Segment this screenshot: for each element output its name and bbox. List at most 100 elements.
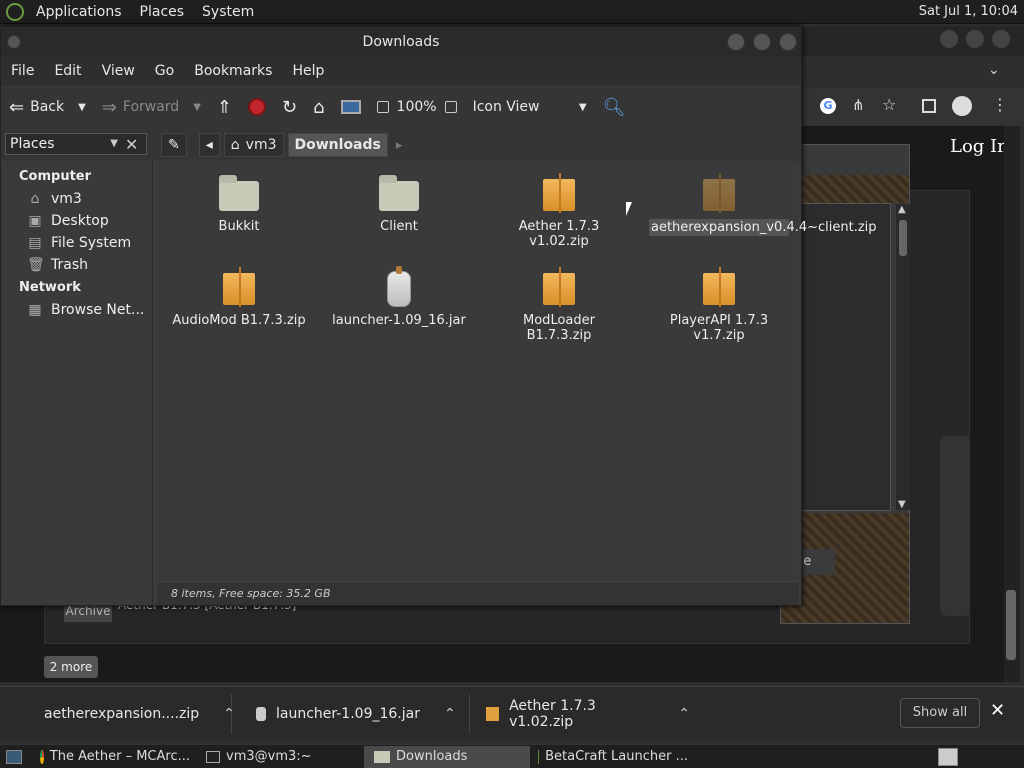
- forward-arrow-icon: ⇒: [101, 96, 117, 118]
- system-menu[interactable]: System: [196, 0, 260, 24]
- file-item[interactable]: PlayerAPI 1.7.3 v1.7.zip: [649, 267, 789, 343]
- bookmark-star-icon[interactable]: ☆: [882, 95, 896, 114]
- chevron-down-icon[interactable]: ▼: [193, 102, 201, 113]
- taskbar-item[interactable]: The Aether – MCArc...: [32, 746, 198, 768]
- home-icon: ⌂: [230, 137, 240, 153]
- page-scroll-thumb[interactable]: [1006, 590, 1016, 660]
- breadcrumb-item-downloads[interactable]: Downloads: [287, 133, 388, 157]
- mouse-cursor-icon: [626, 202, 632, 216]
- chevron-up-icon[interactable]: ⌃: [444, 706, 456, 722]
- menu-file[interactable]: File: [1, 63, 44, 79]
- file-item[interactable]: Client: [329, 173, 469, 234]
- scroll-down-icon[interactable]: ▼: [898, 499, 906, 510]
- file-label: aetherexpansion_v0.4.4~client.zip: [649, 219, 877, 236]
- chevron-left-icon[interactable]: ◂: [198, 133, 220, 157]
- browser-tabstrip: [800, 26, 1024, 56]
- close-icon[interactable]: ✕: [125, 135, 138, 154]
- window-title: Downloads: [362, 34, 440, 50]
- file-label: PlayerAPI 1.7.3 v1.7.zip: [669, 313, 769, 343]
- chevron-down-icon[interactable]: ▼: [78, 102, 86, 113]
- chevron-up-icon[interactable]: ⌃: [678, 706, 690, 722]
- taskbar-label: Downloads: [396, 749, 468, 764]
- chevron-down-icon: ▼: [110, 138, 118, 149]
- terminal-icon: [206, 750, 220, 763]
- embedded-scrollbar[interactable]: ▲ ▼: [896, 204, 910, 510]
- zoom-control: 100%: [369, 85, 465, 129]
- file-item[interactable]: Bukkit: [169, 173, 309, 234]
- view-mode-label: Icon View: [472, 99, 540, 115]
- file-label: AudioMod B1.7.3.zip: [172, 313, 306, 328]
- taskbar-item[interactable]: vm3@vm3:~: [198, 746, 364, 768]
- menu-help[interactable]: Help: [282, 63, 334, 79]
- forward-label: Forward: [122, 99, 180, 115]
- content-card: [940, 436, 970, 616]
- browser-toolbar: G ⋔ ☆ ⋮: [800, 88, 1024, 126]
- zoom-out-icon[interactable]: [376, 101, 389, 113]
- file-label: ModLoader B1.7.3.zip: [523, 313, 595, 343]
- sidebar: Computer ⌂ vm3 ▣ Desktop ▤ File System 🗑︎ Tr…: [1, 161, 153, 605]
- applications-menu[interactable]: Applications: [30, 0, 128, 24]
- show-all-button[interactable]: Show all: [900, 698, 980, 728]
- close-icon[interactable]: [992, 30, 1010, 48]
- workspace-switcher-icon[interactable]: [938, 748, 958, 766]
- back-button[interactable]: ⇐ Back ▼: [1, 85, 94, 129]
- sidebar-item-browse-network[interactable]: ▦ Browse Net...: [1, 299, 152, 321]
- file-label: Bukkit: [218, 219, 260, 234]
- more-button[interactable]: 2 more: [44, 656, 98, 678]
- file-item[interactable]: launcher-1.09_16.jar: [329, 266, 469, 328]
- computer-button[interactable]: [333, 85, 369, 129]
- menu-bookmarks[interactable]: Bookmarks: [184, 63, 282, 79]
- show-desktop-icon[interactable]: [6, 749, 22, 764]
- up-button[interactable]: ⇑: [209, 85, 240, 129]
- sidebar-item-vm3[interactable]: ⌂ vm3: [1, 188, 152, 210]
- menu-view[interactable]: View: [92, 63, 145, 79]
- menu-go[interactable]: Go: [145, 63, 184, 79]
- archive-icon: [217, 267, 261, 307]
- clock[interactable]: Sat Jul 1, 10:04: [919, 0, 1018, 24]
- forward-button[interactable]: ⇒ Forward ▼: [94, 85, 209, 129]
- gnome-logo-icon[interactable]: [6, 2, 24, 21]
- file-item-selected[interactable]: aetherexpansion_v0.4.4~client.zip: [649, 173, 877, 236]
- scroll-thumb[interactable]: [899, 220, 907, 256]
- taskbar-item[interactable]: BetaCraft Launcher ...: [530, 746, 696, 768]
- zoom-in-icon[interactable]: [444, 101, 457, 113]
- maximize-icon[interactable]: [966, 30, 984, 48]
- file-item[interactable]: Aether 1.7.3 v1.02.zip: [489, 173, 629, 249]
- back-arrow-icon: ⇐: [9, 96, 25, 118]
- scroll-up-icon[interactable]: ▲: [898, 204, 906, 215]
- view-mode-select[interactable]: Icon View ▼: [465, 85, 595, 129]
- home-button[interactable]: ⌂: [305, 85, 332, 129]
- embedded-panel: [787, 203, 891, 511]
- login-link[interactable]: Log In: [950, 136, 1009, 157]
- share-icon[interactable]: ⋔: [852, 96, 865, 114]
- sidebar-item-trash[interactable]: 🗑︎ Trash: [1, 254, 152, 276]
- minimize-icon[interactable]: [940, 30, 958, 48]
- places-menu[interactable]: Places: [134, 0, 191, 24]
- file-item[interactable]: AudioMod B1.7.3.zip: [169, 267, 309, 328]
- jar-icon: [377, 266, 421, 307]
- tab-list-chevron-icon[interactable]: ⌄: [988, 62, 1000, 78]
- sidebar-item-file-system[interactable]: ▤ File System: [1, 232, 152, 254]
- stop-button[interactable]: [240, 85, 274, 129]
- download-item[interactable]: aetherexpansion....zip ⌃: [0, 693, 235, 734]
- sidebar-item-label: vm3: [51, 191, 82, 207]
- taskbar-item-active[interactable]: Downloads: [364, 745, 530, 768]
- profile-avatar-icon[interactable]: [952, 96, 972, 116]
- downloads-bar: aetherexpansion....zip ⌃ launcher-1.09_1…: [0, 686, 1024, 740]
- chevron-right-icon[interactable]: ▸: [396, 138, 403, 153]
- sidebar-header-network: Network: [19, 280, 81, 295]
- reload-button[interactable]: ↻: [274, 85, 305, 129]
- sidebar-item-desktop[interactable]: ▣ Desktop: [1, 210, 152, 232]
- search-button[interactable]: 🔍︎: [595, 85, 634, 129]
- more-menu-icon[interactable]: ⋮: [992, 95, 1008, 114]
- google-icon[interactable]: G: [820, 98, 836, 114]
- edit-location-icon[interactable]: ✎: [161, 133, 187, 157]
- breadcrumb-item-vm3[interactable]: ⌂ vm3: [223, 133, 284, 157]
- download-item[interactable]: Aether 1.7.3 v1.02.zip ⌃: [470, 694, 702, 734]
- file-item[interactable]: ModLoader B1.7.3.zip: [489, 267, 629, 343]
- sidepanel-icon[interactable]: [922, 99, 936, 113]
- close-icon[interactable]: ✕: [990, 700, 1005, 721]
- menu-edit[interactable]: Edit: [44, 63, 91, 79]
- desktop-icon: ▣: [28, 213, 42, 229]
- download-item[interactable]: launcher-1.09_16.jar ⌃: [232, 693, 470, 734]
